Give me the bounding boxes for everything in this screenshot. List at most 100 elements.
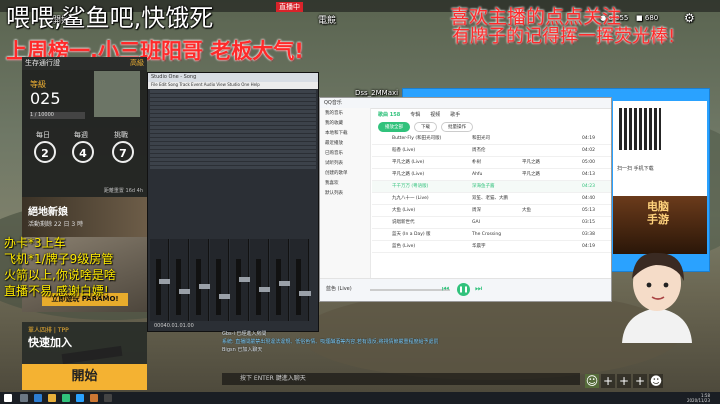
chat-message: Gbs-i 已經進入房間 [222,331,267,337]
tab-videos[interactable]: 视频 [430,111,440,118]
mission-challenge-count[interactable]: 7 [112,141,134,163]
chat-message: Bigsn 已加入聊天 [222,347,263,353]
sidebar-item[interactable]: 最近播放 [320,138,370,148]
weapon-skin-image [94,71,140,117]
prev-icon[interactable]: ⏮ [442,284,449,294]
song-album [522,229,582,240]
player-main: 歌曲 158 专辑 视频 歌手 播放全部 下载 批量操作 Butter-Fly … [372,108,611,278]
sidebar-item[interactable]: 我的收藏 [320,118,370,128]
client-username: Dss_2MMaxi [355,89,399,97]
overlay-top-left-text: 喂喂,鲨鱼吧,快饿死 [6,4,214,32]
teammate-avatar[interactable]: ☺ [585,374,599,388]
song-row[interactable]: 大鱼 (Live) 周深 大鱼 05:13 [372,205,611,217]
song-row[interactable]: 平凡之路 (Live) 朴树 平凡之路 05:00 [372,157,611,169]
song-row[interactable]: 稻香 (Live) 周杰伦 04:02 [372,145,611,157]
sidebar-item[interactable]: 我喜欢 [320,178,370,188]
search-icon[interactable] [20,394,28,402]
batch-button[interactable]: 批量操作 [441,122,473,132]
music-player-window[interactable]: QQ音乐 我的音乐 我的收藏 本地和下载 最近播放 已购音乐 试听列表 创建的歌… [319,97,612,302]
next-icon[interactable]: ⏭ [475,284,482,294]
event-banner-bride[interactable]: 絕地新娘 活動剩餘 22 日 3 時 [22,197,147,237]
song-row[interactable]: 九九八十一 (Live) 双笙、老猫、大鹏 04:40 [372,193,611,205]
song-name: 稻香 (Live) [392,148,416,153]
add-teammate-icon[interactable]: + [617,374,631,388]
pass-reset-note: 距離重置 16d 4h [103,188,143,194]
mixer-channel[interactable] [230,239,251,321]
song-name: 蓝天 (In a Day) 版 [392,232,431,237]
mission-challenge-label: 挑戰 [114,131,128,139]
mixer-channel[interactable] [290,239,311,321]
add-teammate-icon[interactable]: + [601,374,615,388]
player-sidebar: 我的音乐 我的收藏 本地和下载 最近播放 已购音乐 试听列表 创建的歌单 我喜欢… [320,108,371,278]
mixer-channel[interactable] [170,239,191,321]
mixer-channel[interactable] [150,239,171,321]
game-app-icon[interactable] [90,394,98,402]
song-duration: 04:13 [582,172,595,177]
tab-albums[interactable]: 专辑 [410,111,420,118]
song-row[interactable]: Butter-Fly (和田光司版) 和田光司 04:19 [372,133,611,145]
sidebar-item[interactable]: 已购音乐 [320,148,370,158]
song-album [522,193,582,204]
song-album: 平凡之路 [522,160,540,165]
add-teammate-icon[interactable]: + [633,374,647,388]
tab-songs[interactable]: 歌曲 158 [378,111,400,118]
song-row[interactable]: 蓝色 (Live) 华晨宇 04:19 [372,241,611,253]
song-artist: 双笙、老猫、大鹏 [472,196,508,201]
chat-input[interactable]: 按下 ENTER 鍵進入聊天 [222,373,580,385]
hud-tab-esports[interactable]: 電競 [318,13,336,26]
song-duration: 05:00 [582,160,595,165]
mixer-channel[interactable] [210,239,231,321]
song-row[interactable]: 千千万万 (粤语版) 深海鱼子酱 04:23 [372,181,611,193]
windows-start-icon[interactable] [4,394,12,402]
sidebar-item[interactable]: 试听列表 [320,158,370,168]
song-name: 九九八十一 (Live) [392,196,429,201]
tab-artists[interactable]: 歌手 [450,111,460,118]
song-artist: 朴树 [472,160,481,165]
pass-header: 生存通行證 高級 [22,57,147,70]
game-mode-label[interactable]: 單人四排 | TPP [28,325,69,334]
play-all-button[interactable]: 播放全部 [378,122,410,132]
mission-daily-label: 每日 [36,131,50,139]
sidebar-item[interactable]: 创建的歌单 [320,168,370,178]
promo-line-2: 飞机*1/牌子9级房管 [4,252,114,266]
folder-icon[interactable] [48,394,56,402]
ad-text-2: 手游 [647,213,669,226]
edge-icon[interactable] [34,394,42,402]
music-app-icon[interactable] [62,394,70,402]
song-row[interactable]: 蓝天 (In a Day) 版 The Crossing 03:38 [372,229,611,241]
qr-panel: 扫一扫 手机下载 [613,101,707,196]
progress-bar[interactable] [370,289,450,291]
player-tabs: 歌曲 158 专辑 视频 歌手 [372,108,611,121]
mission-weekly-count[interactable]: 4 [72,141,94,163]
mixer-menu[interactable]: File Edit Song Track Event Audio View St… [148,82,318,89]
song-name: 千千万万 (粤语版) [392,184,429,189]
qr-note: 扫一扫 手机下载 [617,166,654,172]
song-name: Butter-Fly (和田光司版) [392,136,442,141]
gear-icon[interactable]: ⚙ [684,11,695,25]
song-duration: 04:23 [582,184,595,189]
song-album [522,217,582,228]
song-row[interactable]: 平凡之路 (Live) Ahfu 平凡之路 04:13 [372,169,611,181]
pass-badge: 高級 [130,59,144,67]
client-app-icon[interactable] [76,394,84,402]
sidebar-item[interactable]: 本地和下载 [320,128,370,138]
start-button[interactable]: 開始 [22,364,147,390]
taskbar-clock[interactable]: 1:58 2020/11/23 [687,393,710,403]
mixer-channel[interactable] [270,239,291,321]
song-artist: Ahfu [472,172,483,177]
qr-code [619,108,661,150]
team-settings-icon[interactable]: ☻ [649,374,663,388]
pause-icon[interactable]: ❚❚ [457,283,470,296]
survivor-pass-panel[interactable]: 生存通行證 高級 等級 025 1 / 10000 每日 每週 挑戰 2 4 7… [22,57,147,197]
mixer-channel[interactable] [190,239,211,321]
sidebar-item[interactable]: 默认列表 [320,188,370,198]
mixer-channel[interactable] [250,239,271,321]
xp-text: 1 / 10000 [30,112,54,118]
audio-mixer-window[interactable]: Studio One - Song File Edit Song Track E… [147,72,319,332]
mission-daily-count[interactable]: 2 [34,141,56,163]
sidebar-item[interactable]: 我的音乐 [320,108,370,118]
song-row[interactable]: 说唱新世代 GAI 03:15 [372,217,611,229]
download-button[interactable]: 下载 [414,122,437,132]
mixer-app-icon[interactable] [104,394,112,402]
promo-line-3: 火箭以上,你说啥是啥 [4,268,116,282]
